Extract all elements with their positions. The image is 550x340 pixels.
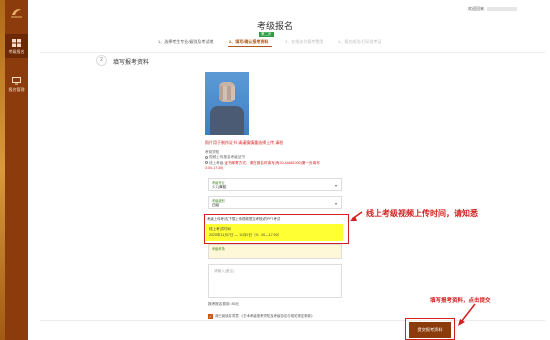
annotation-submit-hint: 填写报考资料，点击提交: [430, 298, 491, 304]
step-2: 2、填写/确认报考资料: [229, 39, 269, 44]
sidebar-item-registration-management[interactable]: 报名管理: [5, 72, 28, 96]
step-4: 4、报名成功/打印准考证: [338, 39, 382, 44]
annotation-video-upload-time: 线上考级视频上传时间，请知悉: [366, 209, 478, 218]
divider: [40, 52, 545, 53]
monitor-icon: [12, 77, 21, 85]
chevron-down-icon: ▾: [334, 201, 337, 206]
exam-info: 考前须知 视频上传报名考级证书 线上考级:证书邮寄方式，请在报名时填写(有20-…: [205, 150, 320, 171]
sidebar: 考级报名 报名管理: [5, 0, 28, 340]
sidebar-item-label: 报名管理: [8, 87, 25, 92]
pixelated-face: [219, 86, 235, 100]
radio-video-upload[interactable]: [205, 155, 208, 159]
applicant-photo[interactable]: [205, 72, 249, 135]
step-1: 1、选择考生专业/级别及考试地: [158, 39, 214, 44]
remark-textarea[interactable]: 请输入(备注): [208, 264, 342, 298]
section-number: 2: [96, 55, 107, 66]
section-title: 填写报考资料: [113, 60, 150, 66]
arrow-line-1: [351, 211, 363, 220]
exam-venue-field[interactable]: 考级考场: [208, 244, 342, 259]
divider: [40, 320, 545, 321]
step-3: 3、在线支付报考费用: [285, 39, 324, 44]
fee-text: 报考报名费用: 85元: [208, 302, 240, 306]
step-progress: 1、选择考生专业/级别及考试地 2、填写/确认报考资料 3、在线支付报考费用 4…: [0, 39, 550, 51]
chevron-down-icon: ▾: [334, 183, 337, 188]
active-step-underline: [228, 46, 272, 47]
page-title: 考级报名: [256, 21, 293, 31]
submit-button[interactable]: 提交报考资料: [409, 322, 451, 338]
annotation-box-exam-time: [204, 214, 349, 244]
agreement-checkbox[interactable]: ✓: [208, 313, 213, 319]
radio-online-exam[interactable]: [205, 161, 208, 165]
level-select[interactable]: 考级级别 四级 ▾: [208, 196, 342, 209]
agreement-row: ✓ 我已阅读并同意 《艺术考级报考须知及考级协议与相关规定条款》: [208, 313, 315, 319]
step-badge: 第二步: [259, 32, 274, 37]
photo-note: 照片用于制作证书,请谨慎慎重选择上传,请检: [205, 140, 284, 145]
welcome-text: 欢迎回来,: [468, 6, 518, 12]
logo-icon: [11, 9, 22, 18]
username-redacted[interactable]: [487, 6, 518, 11]
major-select[interactable]: 考级专业 少儿舞蹈 ▾: [208, 178, 342, 191]
arrow-head-1: [350, 216, 357, 221]
